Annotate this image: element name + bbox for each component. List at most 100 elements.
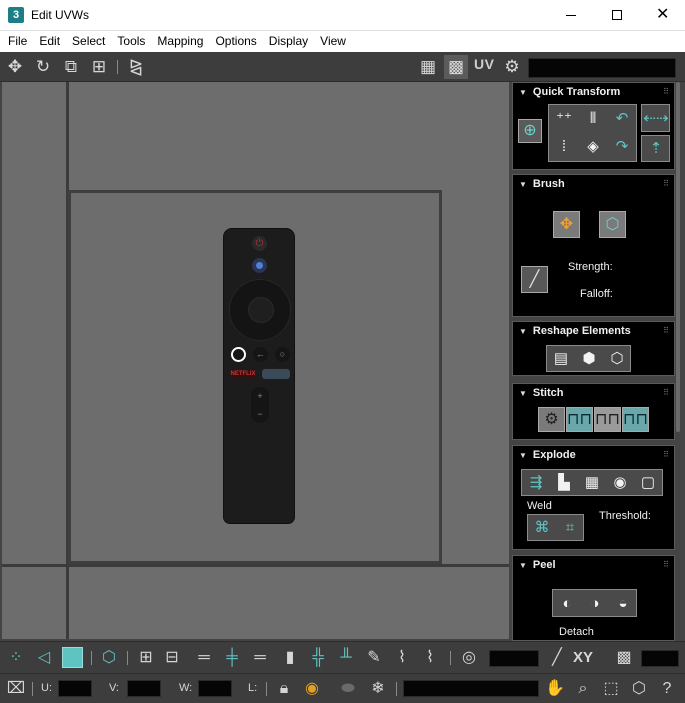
stitch-header[interactable]: ▼ Stitch bbox=[513, 384, 674, 402]
panel-scrollbar[interactable] bbox=[676, 82, 680, 432]
stitch-custom-icon[interactable]: ⚙ bbox=[538, 407, 565, 432]
texture-dropdown[interactable] bbox=[528, 58, 676, 78]
menu-display[interactable]: Display bbox=[263, 32, 314, 51]
menu-file[interactable]: File bbox=[2, 32, 33, 51]
top-toolbar: ✥ ↻ ⧉ ⊞ ⧎ ▦ ▩ UV ⚙ bbox=[0, 52, 685, 82]
zoom-region-icon[interactable]: ⬚ bbox=[599, 677, 623, 701]
mirror-icon[interactable]: ⧎ bbox=[124, 55, 148, 79]
straighten-icon[interactable]: ▤ bbox=[547, 347, 575, 371]
paint-move-icon[interactable]: ✥ bbox=[553, 211, 580, 238]
brush-size-icon[interactable]: ╱ bbox=[521, 266, 548, 293]
checker-icon[interactable]: ▦ bbox=[416, 55, 440, 79]
peel-mode-icon[interactable]: ◑ bbox=[581, 592, 609, 616]
ring-selection-icon[interactable]: ╪ bbox=[220, 646, 244, 670]
stitch-average-icon[interactable]: ⊓⊓ bbox=[594, 407, 621, 432]
align-horizontal-icon[interactable]: ⁺⁺ bbox=[549, 107, 579, 131]
align-center-icon[interactable]: ◈ bbox=[578, 135, 608, 159]
brush-rollout: ▼ Brush ⠿ ✥ ⬡ ╱ Strength: Falloff: bbox=[512, 174, 675, 317]
w-field[interactable] bbox=[198, 680, 232, 697]
pattern-icon[interactable]: ▩ bbox=[612, 646, 636, 670]
selection-filter-field[interactable] bbox=[403, 680, 539, 697]
zoom-icon[interactable]: ⌕ bbox=[571, 677, 595, 701]
relative-mode-icon[interactable]: ⌧ bbox=[4, 677, 28, 701]
peel-reset-icon[interactable]: ◒ bbox=[609, 592, 637, 616]
quick-peel-icon[interactable]: ◐ bbox=[553, 592, 581, 616]
element-select-icon[interactable]: ⬡ bbox=[97, 646, 121, 670]
netflix-logo: NETFLIX bbox=[230, 369, 256, 379]
soft-selection-icon[interactable]: ◎ bbox=[457, 646, 481, 670]
space-v-icon[interactable]: ⇡ bbox=[642, 137, 670, 161]
weld-target-icon[interactable]: ⌗ bbox=[556, 516, 584, 540]
scale-icon[interactable]: ⧉ bbox=[59, 55, 83, 79]
minimize-button[interactable] bbox=[548, 0, 594, 31]
point-to-point-icon[interactable]: ═ bbox=[248, 646, 272, 670]
eye-icon[interactable]: ◉ bbox=[300, 677, 324, 701]
rotate-ccw-icon[interactable]: ↶ bbox=[607, 107, 637, 131]
rotate-icon[interactable]: ↻ bbox=[31, 55, 55, 79]
explode-frame-icon[interactable]: ▢ bbox=[634, 471, 662, 495]
edge-select-icon[interactable]: ◁ bbox=[32, 646, 56, 670]
select-by-smoothing-icon[interactable]: ▮ bbox=[278, 646, 302, 670]
menu-options[interactable]: Options bbox=[209, 32, 262, 51]
minimize-icon bbox=[566, 15, 576, 16]
weld-selected-icon[interactable]: ⌘ bbox=[528, 516, 556, 540]
align-vertical-icon[interactable]: ⁞ bbox=[549, 135, 579, 159]
vertex-select-icon[interactable]: ⁘ bbox=[4, 646, 28, 670]
menu-select[interactable]: Select bbox=[66, 32, 111, 51]
explode-grid-icon[interactable]: ▦ bbox=[578, 471, 606, 495]
maximize-button[interactable] bbox=[594, 0, 640, 31]
loop-selection-icon[interactable]: ═ bbox=[192, 646, 216, 670]
u-field[interactable] bbox=[58, 680, 92, 697]
peel-header[interactable]: ▼ Peel bbox=[513, 556, 674, 574]
menu-edit[interactable]: Edit bbox=[33, 32, 66, 51]
lock-icon[interactable]: 🔒︎ bbox=[272, 677, 296, 701]
soft-selection-value[interactable] bbox=[489, 650, 539, 667]
move-icon[interactable]: ✥ bbox=[3, 55, 27, 79]
scale-value-field[interactable] bbox=[641, 650, 679, 667]
settings-icon[interactable]: ⚙ bbox=[500, 55, 524, 79]
explode-header[interactable]: ▼ Explode bbox=[513, 446, 674, 464]
falloff-line-icon[interactable]: ╱ bbox=[545, 646, 569, 670]
menu-mapping[interactable]: Mapping bbox=[151, 32, 209, 51]
v-field[interactable] bbox=[127, 680, 161, 697]
select-overlap-icon[interactable]: ╬ bbox=[306, 646, 330, 670]
pan-icon[interactable]: ✋ bbox=[543, 677, 567, 701]
face-select-icon[interactable] bbox=[62, 647, 83, 668]
menu-tools[interactable]: Tools bbox=[111, 32, 151, 51]
uv-label[interactable]: UV bbox=[474, 56, 494, 72]
close-button[interactable]: ✕ bbox=[639, 0, 685, 31]
rotate-cw-icon[interactable]: ↷ bbox=[607, 135, 637, 159]
peel-block: ◐ ◑ ◒ bbox=[552, 589, 637, 617]
paint-select-icon[interactable]: ✎ bbox=[362, 646, 386, 670]
menu-view[interactable]: View bbox=[314, 32, 352, 51]
shrink-selection-icon[interactable]: ⊟ bbox=[160, 646, 184, 670]
grow-selection-icon[interactable]: ⊞ bbox=[134, 646, 158, 670]
flatten-icon[interactable]: ◉ bbox=[606, 471, 634, 495]
space-h-icon[interactable]: ⇠⇢ bbox=[642, 107, 670, 131]
reshape-elements-rollout: ▼ Reshape Elements ⠿ ▤ ⬢ ⬡ bbox=[512, 321, 675, 376]
stitch-target-icon[interactable]: ⊓⊓ bbox=[622, 407, 649, 432]
relax-brush-icon[interactable]: ⬡ bbox=[599, 211, 626, 238]
pin-icon[interactable]: ⌇ bbox=[418, 646, 442, 670]
rectify-icon[interactable]: ⬡ bbox=[603, 347, 631, 371]
detach-edge-icon[interactable]: ▙ bbox=[550, 471, 578, 495]
reshape-elements-header[interactable]: ▼ Reshape Elements bbox=[513, 322, 674, 340]
uv-viewport[interactable]: ⏻ ← ○ NETFLIX + − bbox=[2, 82, 509, 639]
freeform-gizmo-icon[interactable]: ⊕ bbox=[518, 119, 542, 143]
stitch-source-icon[interactable]: ⊓⊓ bbox=[566, 407, 593, 432]
hide-icon[interactable]: ⬬ bbox=[336, 677, 360, 701]
break-icon[interactable]: ⇶ bbox=[522, 471, 550, 495]
checker-pattern-icon[interactable]: ▩ bbox=[444, 55, 468, 79]
xy-toggle[interactable]: XY bbox=[573, 649, 593, 666]
freeze-icon[interactable]: ❄ bbox=[366, 677, 390, 701]
help-icon[interactable]: ? bbox=[655, 677, 679, 701]
brush-header[interactable]: ▼ Brush bbox=[513, 175, 674, 193]
space-horizontal-icon[interactable]: ⦀ bbox=[578, 107, 608, 131]
relax-icon[interactable]: ⬢ bbox=[575, 347, 603, 371]
freeform-icon[interactable]: ⊞ bbox=[87, 55, 111, 79]
quick-transform-header[interactable]: ▼ Quick Transform bbox=[513, 83, 674, 101]
brush-select-icon[interactable]: ⌇ bbox=[390, 646, 414, 670]
select-flipped-icon[interactable]: ╨ bbox=[334, 646, 358, 670]
toolbar-divider bbox=[117, 60, 118, 74]
zoom-extents-icon[interactable]: ⬡ bbox=[627, 677, 651, 701]
